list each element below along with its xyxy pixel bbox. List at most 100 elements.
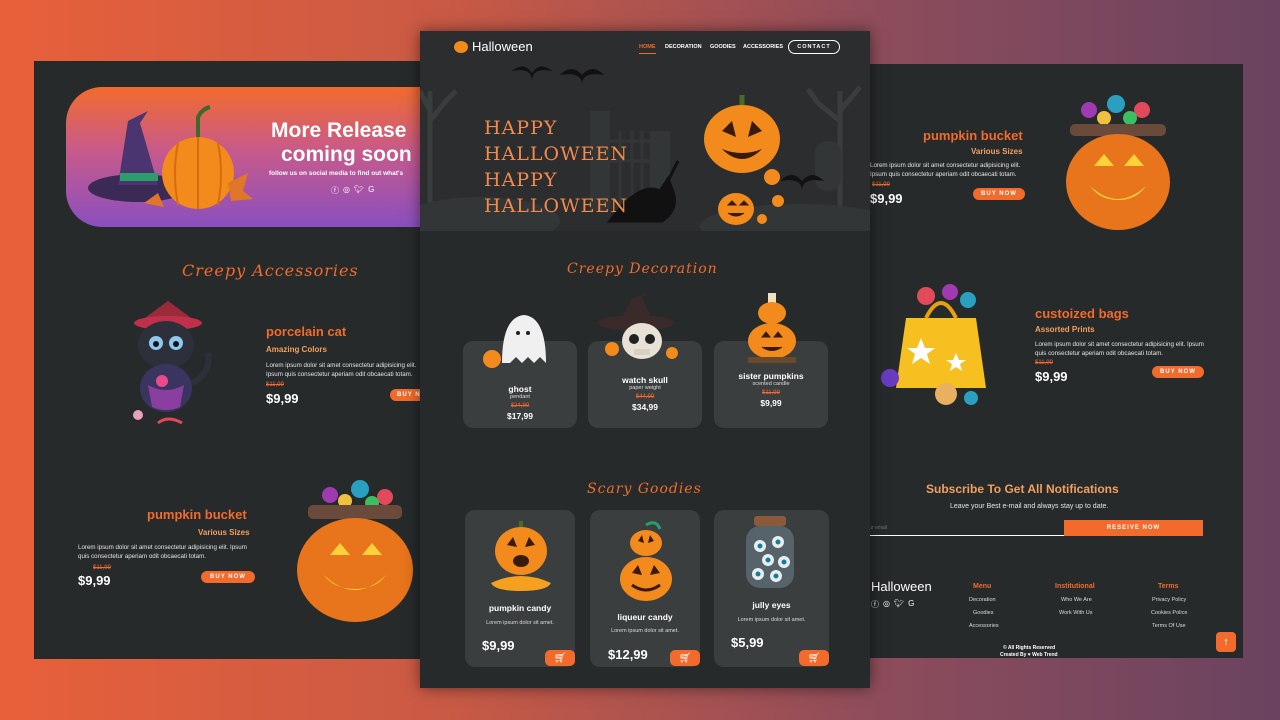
left-page-panel: More Release coming soon follow us on so…	[34, 61, 434, 659]
subscribe-title: Subscribe To Get All Notifications	[926, 482, 1119, 496]
scroll-to-top-button[interactable]: ↑	[1216, 632, 1236, 652]
center-page-panel: Halloween HOME DECORATION GOODIES ACCESS…	[420, 31, 870, 688]
footer-link-cookies-police[interactable]: Cookies Police	[1151, 610, 1187, 616]
pumpkin-candy-description: Lorem ipsum dolor sit amet.	[486, 620, 554, 626]
footer-social-icons: ⓕ ◎ 🐦︎ G	[871, 599, 914, 610]
ghost-subtitle: pendant	[510, 394, 530, 400]
porcelain-cat-image	[133, 301, 212, 425]
facebook-icon[interactable]: ⓕ	[331, 185, 339, 196]
right-bucket-buy-button[interactable]: BUY NOW	[973, 188, 1025, 200]
footer-link-privacy-policy[interactable]: Privacy Policy	[1152, 597, 1186, 603]
release-subtitle: follow us on social media to find out wh…	[269, 170, 404, 177]
release-title-line1: More Release	[271, 119, 407, 142]
google-icon[interactable]: G	[908, 599, 914, 610]
footer-link-work-with-us[interactable]: Work With Us	[1059, 610, 1093, 616]
arrow-up-icon: ↑	[1223, 636, 1229, 648]
jully-eyes-name: jully eyes	[752, 600, 791, 610]
hero-text-line4: HALLOWEEN	[484, 195, 628, 217]
watch-skull-image	[598, 293, 678, 359]
porcelain-cat-name: porcelain cat	[266, 324, 347, 339]
sister-pumpkins-image	[748, 293, 796, 363]
release-social-icons: ⓕ ◎ 🐦︎ G	[331, 185, 374, 196]
nav-goodies[interactable]: GOODIES	[710, 44, 736, 50]
jully-eyes-description: Lorem ipsum dolor sit amet.	[737, 617, 806, 623]
decoration-heading: Creepy Decoration	[567, 261, 718, 277]
hero-text-line2: HALLOWEEN	[484, 143, 628, 165]
left-bucket-price: $9,99	[78, 573, 111, 588]
hero-section: Halloween HOME DECORATION GOODIES ACCESS…	[420, 31, 870, 231]
bags-description: Lorem ipsum dolor sit amet consectetur a…	[1035, 341, 1204, 357]
sister-pumpkins-name: sister pumpkins	[738, 371, 804, 381]
liqueur-candy-image	[620, 521, 672, 601]
ghost-old-price: $24,99	[510, 403, 530, 409]
right-bucket-subtitle: Various Sizes	[971, 147, 1023, 156]
pumpkin-candy-image	[491, 521, 551, 591]
release-banner: More Release coming soon follow us on so…	[66, 87, 434, 227]
porcelain-cat-description: Lorem ipsum dolor sit amet consectetur a…	[266, 362, 417, 378]
footer-menu-link-decoration[interactable]: Decoration	[969, 597, 996, 603]
nav-home[interactable]: HOME	[639, 44, 656, 54]
subscribe-text: Leave your Best e-mail and always stay u…	[950, 503, 1109, 510]
footer-link-who-we-are[interactable]: Who We Are	[1061, 597, 1092, 603]
liqueur-candy-name: liqueur candy	[617, 612, 673, 622]
left-bucket-old-price: $11,99	[93, 565, 111, 571]
porcelain-cat-price: $9,99	[266, 391, 299, 406]
watch-skull-old-price: $44,99	[635, 394, 655, 400]
pumpkin-candy-name: pumpkin candy	[488, 603, 552, 613]
right-bucket-description: Lorem ipsum dolor sit amet consectetur a…	[870, 162, 1021, 178]
instagram-icon[interactable]: ◎	[343, 185, 350, 196]
right-bucket-price: $9,99	[870, 191, 903, 206]
accessories-heading: Creepy Accessories	[182, 261, 359, 280]
pumpkin-logo-icon	[454, 40, 468, 53]
cart-icon: 🛒︎	[807, 652, 821, 664]
footer-link-terms-of-use[interactable]: Terms Of Use	[1152, 623, 1186, 629]
subscribe-button[interactable]: RESEIVE NOW	[1064, 520, 1203, 536]
ghost-name: ghost	[508, 384, 532, 394]
bags-subtitle: Assorted Prints	[1035, 325, 1095, 334]
nav-accessories[interactable]: ACCESSORIES	[743, 44, 783, 50]
left-bucket-description: Lorem ipsum dolor sit amet consectetur a…	[78, 544, 247, 560]
cart-icon: 🛒︎	[678, 652, 692, 664]
footer-institutional-title: Institutional	[1055, 583, 1095, 590]
twitter-icon[interactable]: 🐦︎	[894, 599, 904, 610]
jully-eyes-price: $5,99	[731, 635, 764, 650]
pumpkin-bucket-image	[297, 480, 413, 622]
pumpkin-candy-price: $9,99	[482, 638, 515, 653]
right-bucket-old-price: $11,99	[872, 182, 890, 188]
liqueur-candy-cart-button[interactable]: 🛒︎	[670, 650, 700, 666]
pumpkin-candy-cart-button[interactable]: 🛒︎	[545, 650, 575, 666]
twitter-icon[interactable]: 🐦︎	[354, 185, 364, 196]
footer-menu-link-goodies[interactable]: Goodies	[973, 610, 994, 616]
nav-contact-button[interactable]: CONTACT	[788, 40, 840, 54]
sister-pumpkins-price: $9,99	[760, 398, 782, 408]
footer-terms-title: Terms	[1158, 583, 1179, 590]
left-bucket-buy-button[interactable]: BUY NOW	[201, 571, 255, 583]
left-bucket-subtitle: Various Sizes	[198, 528, 250, 537]
porcelain-cat-old-price: $11,99	[266, 382, 284, 388]
google-icon[interactable]: G	[368, 185, 374, 196]
facebook-icon[interactable]: ⓕ	[871, 599, 879, 610]
logo-text: Halloween	[472, 39, 533, 54]
instagram-icon[interactable]: ◎	[883, 599, 890, 610]
left-bucket-name: pumpkin bucket	[147, 507, 247, 522]
footer-credit: Created By ♥ Web Trend	[1000, 652, 1058, 658]
sister-pumpkins-old-price: $11,99	[762, 390, 780, 396]
ghost-price: $17,99	[507, 411, 533, 421]
footer-menu-link-accessories[interactable]: Accessories	[969, 623, 999, 629]
nav-decoration[interactable]: DECORATION	[665, 44, 702, 50]
subscribe-email-input[interactable]	[864, 520, 1064, 536]
goodies-heading: Scary Goodies	[587, 481, 702, 497]
logo[interactable]: Halloween	[454, 39, 533, 54]
watch-skull-name: watch skull	[622, 375, 668, 385]
watch-skull-price: $34,99	[632, 402, 658, 412]
right-bucket-name: pumpkin bucket	[923, 128, 1023, 143]
jully-eyes-cart-button[interactable]: 🛒︎	[799, 650, 829, 666]
pumpkin-bucket-candy-image	[1066, 95, 1170, 230]
bags-buy-button[interactable]: BUY NOW	[1152, 366, 1204, 378]
custom-bag-image	[881, 284, 986, 405]
footer-brand: Halloween	[871, 579, 932, 594]
porcelain-cat-subtitle: Amazing Colors	[266, 345, 327, 354]
hero-text-line3: HAPPY	[484, 169, 558, 191]
witch-hat-pumpkin-image	[88, 105, 253, 209]
jully-eyes-image	[746, 516, 794, 588]
